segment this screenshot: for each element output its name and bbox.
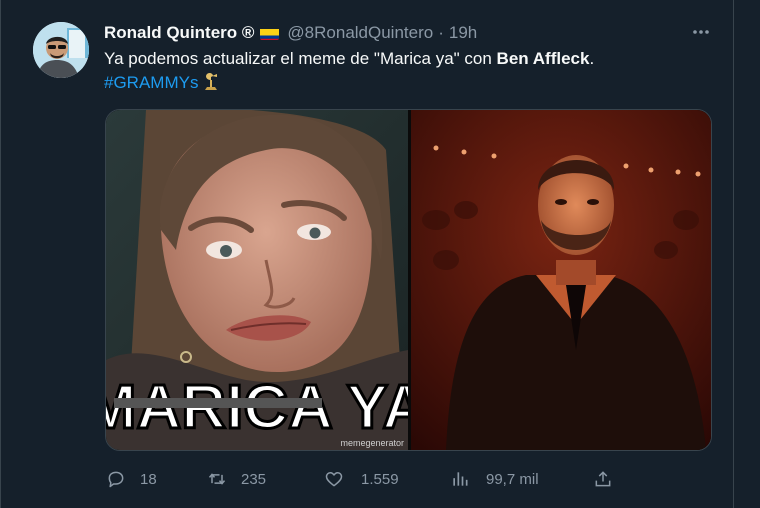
flag-colombia-icon: [260, 27, 280, 40]
more-icon: [693, 30, 709, 34]
share-button[interactable]: [593, 466, 613, 492]
tweet-text-line-1: Ya podemos actualizar el meme de "Marica…: [104, 47, 594, 71]
timeline-border-right: [733, 0, 734, 508]
tweet-text-prefix: Ya podemos actualizar el meme de "Marica…: [104, 49, 497, 68]
tweet-media-image[interactable]: MARICA YA memegenerator: [105, 109, 712, 451]
views-count: 99,7 mil: [486, 470, 539, 488]
reply-button[interactable]: 18: [106, 466, 157, 492]
retweet-count: 235: [241, 470, 267, 488]
tweet-text-suffix: .: [589, 49, 595, 68]
reply-count: 18: [140, 470, 157, 488]
tweet-timestamp[interactable]: 19h: [449, 23, 477, 43]
retweet-button[interactable]: 235: [207, 466, 266, 492]
share-icon: [595, 471, 611, 487]
grammy-icon: [205, 72, 218, 90]
more-options-button[interactable]: [688, 22, 714, 42]
author-name[interactable]: Ronald Quintero ®: [104, 23, 254, 43]
like-icon: [325, 472, 343, 487]
views-icon: [453, 472, 468, 486]
tweet-header: Ronald Quintero ® @8RonaldQuintero · 19h: [104, 22, 477, 44]
meme-watermark: memegenerator: [340, 438, 404, 448]
avatar[interactable]: [33, 22, 89, 78]
header-separator: ·: [438, 23, 444, 42]
reply-icon: [108, 471, 124, 488]
like-button[interactable]: 1.559: [324, 466, 399, 492]
author-handle[interactable]: @8RonaldQuintero: [287, 23, 433, 43]
hashtag-link[interactable]: #GRAMMYs: [104, 73, 198, 92]
tweet-text-line-2: #GRAMMYs: [104, 71, 594, 95]
timeline-border-left: [0, 0, 1, 508]
views-button[interactable]: 99,7 mil: [450, 466, 539, 492]
tweet-text-mention: Ben Affleck: [496, 49, 590, 68]
like-count: 1.559: [361, 470, 399, 488]
retweet-icon: [208, 473, 226, 485]
tweet-text: Ya podemos actualizar el meme de "Marica…: [104, 47, 594, 95]
